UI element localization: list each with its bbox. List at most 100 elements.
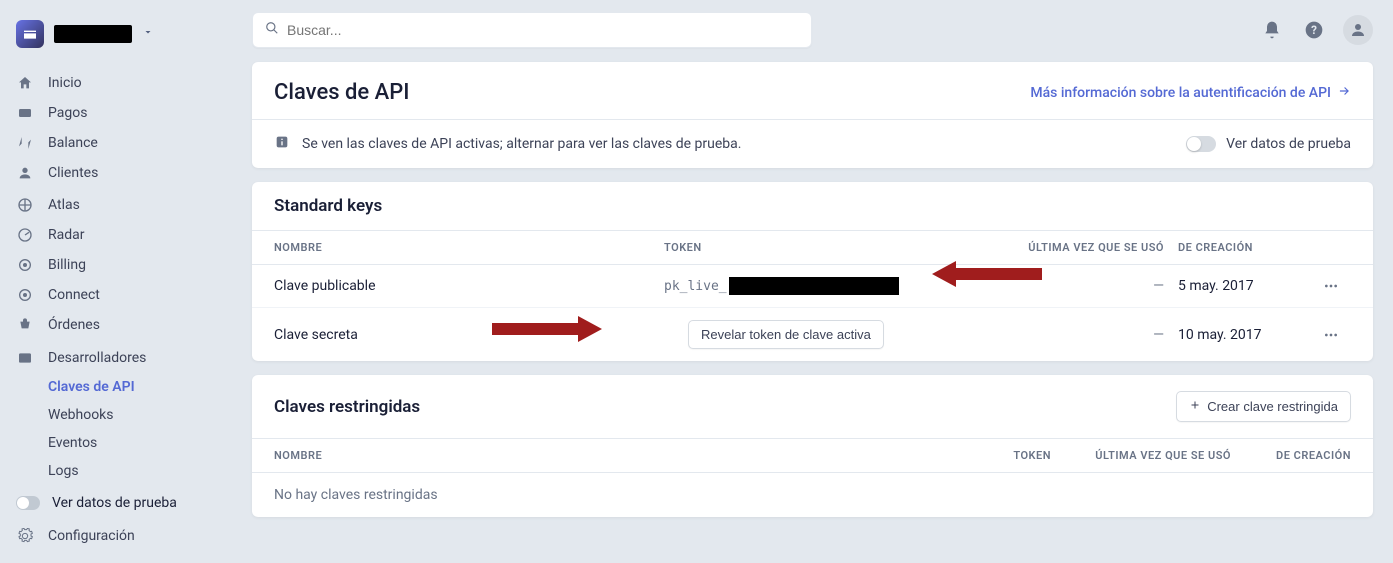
nav-label: Pagos	[48, 105, 87, 121]
nav-inicio[interactable]: Inicio	[0, 68, 240, 98]
link-label: Más información sobre la autentificación…	[1030, 85, 1331, 101]
billing-icon	[16, 256, 34, 274]
nav-label: Radar	[48, 227, 85, 243]
info-icon	[274, 134, 290, 154]
developers-icon	[16, 349, 34, 367]
orders-icon	[16, 316, 34, 334]
arrow-right-icon	[1337, 84, 1351, 102]
sidebar: Inicio Pagos Balance Clientes Atlas Rada…	[0, 0, 240, 563]
col-last: ÚLTIMA VEZ QUE SE USÓ	[994, 241, 1164, 254]
notice-text: Se ven las claves de API activas; altern…	[302, 136, 741, 152]
account-switcher[interactable]	[0, 12, 240, 68]
restricted-keys-card: Claves restringidas Crear clave restring…	[252, 375, 1373, 517]
key-last-used: —	[994, 327, 1164, 343]
atlas-icon	[16, 196, 34, 214]
col-token: TOKEN	[971, 449, 1051, 462]
nav-webhooks[interactable]: Webhooks	[0, 401, 240, 429]
home-icon	[16, 74, 34, 92]
restricted-keys-title: Claves restringidas	[274, 397, 420, 417]
standard-keys-title: Standard keys	[252, 182, 1373, 230]
standard-keys-header-row: NOMBRE TOKEN ÚLTIMA VEZ QUE SE USÓ DE CR…	[252, 230, 1373, 265]
key-more-button[interactable]	[1311, 278, 1351, 294]
nav-connect[interactable]: Connect	[0, 280, 240, 310]
radar-icon	[16, 226, 34, 244]
nav-ordenes[interactable]: Órdenes	[0, 310, 240, 340]
nav-label: Ver datos de prueba	[52, 495, 177, 511]
col-token: TOKEN	[664, 241, 994, 254]
reveal-secret-button[interactable]: Revelar token de clave activa	[688, 320, 884, 349]
nav-label: Billing	[48, 257, 86, 273]
nav-label: Clientes	[48, 165, 98, 181]
restricted-keys-empty: No hay claves restringidas	[252, 473, 1373, 517]
nav-balance[interactable]: Balance	[0, 128, 240, 158]
nav-label: Desarrolladores	[48, 350, 146, 366]
nav-label: Logs	[48, 463, 79, 479]
annotation-arrow-secret	[492, 314, 602, 344]
help-button[interactable]: ?	[1301, 17, 1327, 43]
user-avatar[interactable]	[1343, 15, 1373, 45]
nav-label: Eventos	[48, 435, 97, 451]
chevron-down-icon	[142, 26, 154, 42]
test-mode-toggle[interactable]	[1186, 136, 1216, 152]
nav-configuracion[interactable]: Configuración	[0, 521, 240, 551]
page-title: Claves de API	[274, 80, 410, 105]
nav-atlas[interactable]: Atlas	[0, 190, 240, 220]
payments-icon	[16, 104, 34, 122]
search-input[interactable]	[287, 22, 799, 38]
plus-icon	[1189, 399, 1201, 414]
brand-logo-icon	[16, 20, 44, 48]
customers-icon	[16, 164, 34, 182]
topbar: ?	[252, 12, 1373, 48]
toggle-label: Ver datos de prueba	[1226, 136, 1351, 152]
col-name: NOMBRE	[274, 241, 664, 254]
main-content: ? Claves de API Más información sobre la…	[240, 0, 1393, 563]
standard-keys-card: Standard keys NOMBRE TOKEN ÚLTIMA VEZ QU…	[252, 182, 1373, 361]
token-redacted	[729, 277, 899, 295]
col-created: DE CREACIÓN	[1231, 449, 1351, 462]
notifications-button[interactable]	[1259, 17, 1285, 43]
nav-eventos[interactable]: Eventos	[0, 429, 240, 457]
nav-test-mode-row: Ver datos de prueba	[0, 487, 240, 519]
auth-docs-link[interactable]: Más información sobre la autentificación…	[1030, 84, 1351, 102]
nav-label: Atlas	[48, 197, 80, 213]
account-name-redacted	[54, 25, 132, 43]
nav-label: Claves de API	[48, 379, 135, 395]
key-name: Clave publicable	[274, 278, 664, 294]
nav-claves-api[interactable]: Claves de API	[0, 373, 240, 401]
key-row-secret: Clave secreta Revelar token de clave act…	[252, 308, 1373, 361]
nav-label: Connect	[48, 287, 100, 303]
nav-label: Inicio	[48, 75, 82, 91]
token-prefix: pk_live_	[664, 279, 727, 294]
nav-clientes[interactable]: Clientes	[0, 158, 240, 188]
nav-logs[interactable]: Logs	[0, 457, 240, 485]
key-created: 10 may. 2017	[1164, 327, 1311, 343]
annotation-arrow-publishable	[932, 259, 1042, 289]
test-mode-toggle-sidebar[interactable]	[16, 496, 40, 510]
col-created: DE CREACIÓN	[1164, 241, 1311, 254]
api-keys-header-card: Claves de API Más información sobre la a…	[252, 62, 1373, 168]
create-restricted-key-button[interactable]: Crear clave restringida	[1176, 391, 1351, 422]
key-row-publishable: Clave publicable pk_live_ — 5 may. 2017	[252, 265, 1373, 308]
search-icon	[265, 21, 279, 39]
key-more-button[interactable]	[1311, 327, 1351, 343]
nav-desarrolladores[interactable]: Desarrolladores	[0, 343, 240, 373]
nav-label: Balance	[48, 135, 98, 151]
nav-billing[interactable]: Billing	[0, 250, 240, 280]
nav-label: Webhooks	[48, 407, 114, 423]
nav-label: Configuración	[48, 528, 135, 544]
key-created: 5 may. 2017	[1164, 278, 1311, 294]
nav-label: Órdenes	[48, 317, 100, 333]
nav-radar[interactable]: Radar	[0, 220, 240, 250]
balance-icon	[16, 134, 34, 152]
search-box[interactable]	[252, 12, 812, 48]
notice-bar: Se ven las claves de API activas; altern…	[252, 119, 1373, 168]
nav-pagos[interactable]: Pagos	[0, 98, 240, 128]
key-name: Clave secreta	[274, 327, 664, 343]
restricted-keys-header-row: NOMBRE TOKEN ÚLTIMA VEZ QUE SE USÓ DE CR…	[252, 438, 1373, 473]
connect-icon	[16, 286, 34, 304]
button-label: Crear clave restringida	[1207, 399, 1338, 414]
gear-icon	[16, 527, 34, 545]
svg-text:?: ?	[1311, 23, 1317, 37]
col-last: ÚLTIMA VEZ QUE SE USÓ	[1051, 449, 1231, 462]
col-name: NOMBRE	[274, 449, 971, 462]
